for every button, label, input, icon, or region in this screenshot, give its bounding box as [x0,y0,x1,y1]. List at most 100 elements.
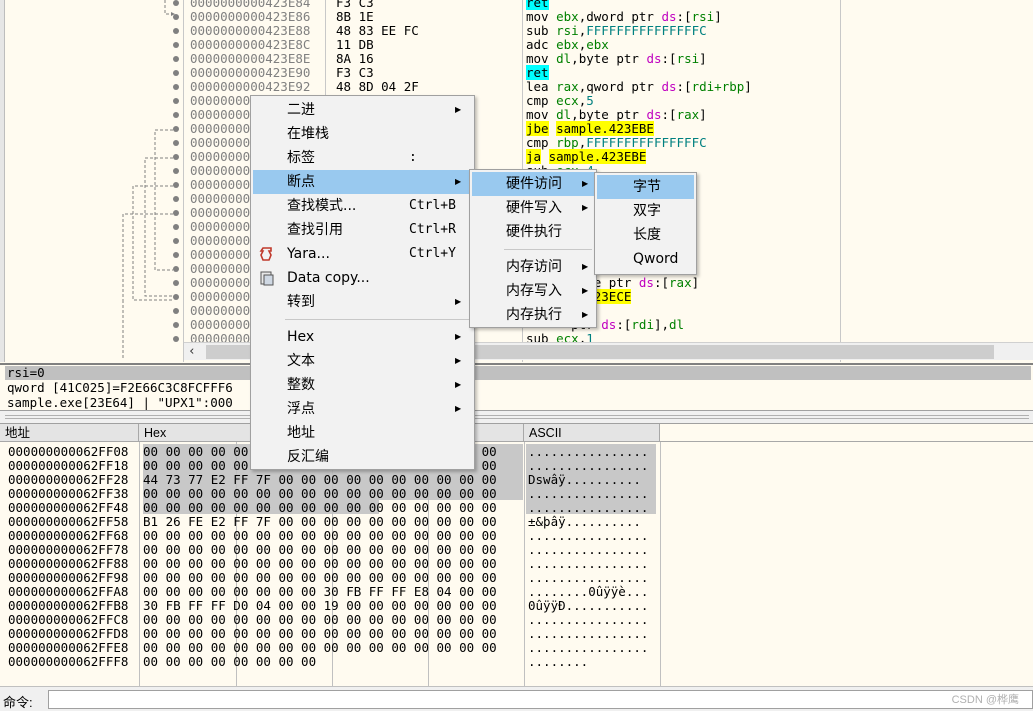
instruction-part: ] [691,275,700,290]
menu-item[interactable]: 双字 [597,199,694,223]
menu-item[interactable]: 内存访问 ▶ [472,255,594,279]
pane-splitter[interactable] [0,410,1033,424]
instruction-part: ebx [586,37,609,52]
breakpoint-dot-icon[interactable] [173,98,179,104]
menu-item[interactable]: 长度 [597,223,694,247]
breakpoint-dot-icon[interactable] [173,196,179,202]
dump-row[interactable]: 000000000062FF58 B1 26 FE E2 FF 7F 00 00 … [0,515,660,529]
menu-item[interactable]: 文本 ▶ [253,349,472,373]
dump-row[interactable]: 000000000062FF48 00 00 00 00 00 00 00 00 … [0,501,660,515]
breakpoint-dot-icon[interactable] [173,322,179,328]
menu-item[interactable]: Yara... Ctrl+Y [253,242,472,266]
menu-item[interactable]: 二进 ▶ [253,98,472,122]
dump-row[interactable]: 000000000062FF38 00 00 00 00 00 00 00 00 … [0,487,660,501]
dump-row[interactable]: 000000000062FF88 00 00 00 00 00 00 00 00 … [0,557,660,571]
dump-row[interactable]: 000000000062FFA8 00 00 00 00 00 00 00 00 … [0,585,660,599]
command-input[interactable] [48,690,1033,709]
breakpoint-dot-icon[interactable] [173,28,179,34]
breakpoint-dot-icon[interactable] [173,56,179,62]
dump-row[interactable]: 000000000062FFF8 00 00 00 00 00 00 00 00.… [0,655,660,669]
breakpoint-submenu[interactable]: 硬件访问 ▶ 硬件写入 ▶ 硬件执行内存访问 ▶ 内存写入 ▶ 内存执行 ▶ [469,169,597,328]
breakpoint-dot-icon[interactable] [173,154,179,160]
menu-item[interactable]: Qword [597,247,694,271]
disassembly-row[interactable]: 0000000000423E84 F3 C3 ret [0,0,1033,10]
dump-row[interactable]: 000000000062FFC8 00 00 00 00 00 00 00 00 … [0,613,660,627]
dump-row[interactable]: 000000000062FF28 44 73 77 E2 FF 7F 00 00 … [0,473,660,487]
menu-item[interactable]: 在堆栈 [253,122,472,146]
menu-item[interactable]: 浮点 ▶ [253,397,472,421]
breakpoint-dot-icon[interactable] [173,84,179,90]
menu-item[interactable]: 查找模式... Ctrl+B [253,194,472,218]
instruction-part: rax [669,275,692,290]
instruction-part: ds [661,79,677,94]
dump-row[interactable]: 000000000062FFE8 00 00 00 00 00 00 00 00 … [0,641,660,655]
breakpoint-dot-icon[interactable] [173,308,179,314]
breakpoint-dot-icon[interactable] [173,70,179,76]
column-header-ascii[interactable]: ASCII [524,424,660,442]
breakpoint-dot-icon[interactable] [173,266,179,272]
dump-row[interactable]: 000000000062FF68 00 00 00 00 00 00 00 00 … [0,529,660,543]
info-line: rsi=0 [5,366,1031,380]
menu-item[interactable]: 转到 ▶ [253,290,472,314]
disassembly-row[interactable]: 0000000000423E86 8B 1E mov ebx,dword ptr d… [0,10,1033,24]
dump-row[interactable]: 000000000062FF78 00 00 00 00 00 00 00 00 … [0,543,660,557]
breakpoint-dot-icon[interactable] [173,210,179,216]
disassembly-row[interactable]: 0000000000423E8C 11 DB adc ebx,ebx [0,38,1033,52]
instruction-part: ebx [556,37,579,52]
hardware-access-size-submenu[interactable]: 字节 双字 长度 Qword [594,172,697,275]
breakpoint-dot-icon[interactable] [173,280,179,286]
menu-item[interactable]: 硬件访问 ▶ [472,172,594,196]
instruction-part [549,121,557,136]
disassembly-row[interactable]: 0000000000423E92 48 8D 04 2F lea rax,qword… [0,80,1033,94]
disassembly-row[interactable]: 0000000000423E9Dcmp rbp,FFFFFFFFFFFFFFFC [0,136,1033,150]
column-header-address[interactable]: 地址 [0,424,139,442]
menu-item[interactable]: 内存执行 ▶ [472,303,594,327]
instruction-bytes: 48 8D 04 2F [336,79,419,94]
breakpoint-dot-icon[interactable] [173,126,179,132]
menu-item[interactable]: Data copy... [253,266,472,290]
scroll-left-icon[interactable]: ‹ [188,344,196,359]
breakpoint-dot-icon[interactable] [173,112,179,118]
dump-row[interactable]: 000000000062FFD8 00 00 00 00 00 00 00 00 … [0,627,660,641]
breakpoint-dot-icon[interactable] [173,224,179,230]
memory-dump[interactable]: 地址 Hex ASCII 000000000062FF08 00 00 00 00… [0,424,1033,686]
disassembly-row[interactable]: 0000000000423E88 48 83 EE FC sub rsi,FFFFF… [0,24,1033,38]
breakpoint-dot-icon[interactable] [173,0,179,6]
menu-item[interactable]: Hex ▶ [253,325,472,349]
menu-item-label: 在堆栈 [287,126,329,142]
disassembly-row[interactable]: 0000000000423E9Bjbe sample.423EBE [0,121,1033,136]
instruction-address: 0000000000423E86 [190,9,311,24]
submenu-arrow-icon: ▶ [582,179,589,188]
submenu-arrow-icon: ▶ [582,310,589,319]
breakpoint-dot-icon[interactable] [173,252,179,258]
breakpoint-dot-icon[interactable] [173,42,179,48]
menu-item[interactable]: 地址 [253,421,472,445]
splitter-grip[interactable] [5,415,1029,419]
menu-item[interactable]: 硬件执行 [472,220,594,244]
menu-item[interactable]: 内存写入 ▶ [472,279,594,303]
breakpoint-dot-icon[interactable] [173,182,179,188]
menu-item[interactable]: 查找引用 Ctrl+R [253,218,472,242]
disassembly-row[interactable]: 0000000000423E90 F3 C3 ret [0,65,1033,80]
breakpoint-dot-icon[interactable] [173,140,179,146]
breakpoint-dot-icon[interactable] [173,336,179,342]
breakpoint-dot-icon[interactable] [173,14,179,20]
disassembly-row[interactable]: 0000000000423EA1ja sample.423EBE [0,149,1033,164]
breakpoint-dot-icon[interactable] [173,238,179,244]
menu-item[interactable]: 反汇编 [253,445,472,469]
menu-item[interactable]: 字节 [597,175,694,199]
dump-row[interactable]: 000000000062FFB8 30 FB FF FF D0 04 00 00 … [0,599,660,613]
dump-row[interactable]: 000000000062FF98 00 00 00 00 00 00 00 00 … [0,571,660,585]
menu-item[interactable]: 整数 ▶ [253,373,472,397]
info-line: qword [41C025]=F2E66C3C8FCFFF6 [7,380,233,395]
instruction-text: jbe sample.423EBE [526,121,654,136]
breakpoint-dot-icon[interactable] [173,168,179,174]
disassembly-row[interactable]: 0000000000423E96cmp ecx,5 [0,94,1033,108]
menu-item[interactable]: 断点 ▶ [253,170,472,194]
context-menu[interactable]: 二进 ▶ 在堆栈标签: 断点 ▶ 查找模式... Ctrl+B 查找引用 Ctrl+R Yara.… [250,95,475,470]
breakpoint-dot-icon[interactable] [173,294,179,300]
disassembly-row[interactable]: 0000000000423E8E 8A 16 mov dl,byte ptr ds:… [0,52,1033,66]
menu-item[interactable]: 硬件写入 ▶ [472,196,594,220]
menu-item[interactable]: 标签: [253,146,472,170]
disassembly-row[interactable]: 0000000000423E99mov dl,byte ptr ds:[rax] [0,108,1033,122]
